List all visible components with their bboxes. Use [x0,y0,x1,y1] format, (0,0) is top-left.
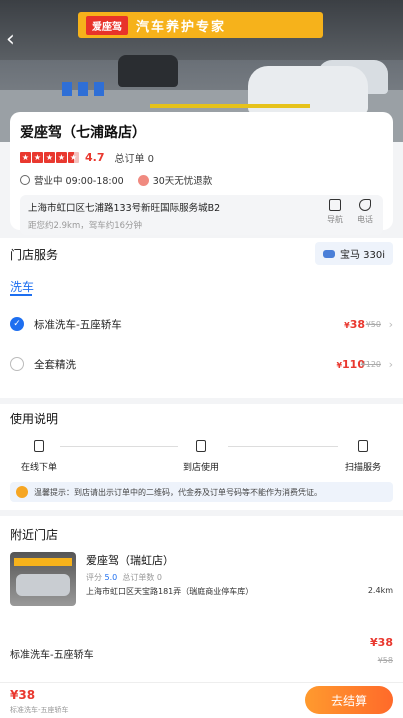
store-name: 爱座驾（七浦路店） [20,125,146,141]
nearby-store-distance: 2.4km [367,586,393,595]
star-icon: ★ [44,152,55,163]
checkout-bar: ¥38 标准洗车-五座轿车 去结算 [0,682,403,718]
service-price: ¥38 [344,317,365,331]
total-subtitle: 标准洗车-五座轿车 [10,706,69,714]
tip-text: 温馨提示：到店请出示订单中的二维码，代金券及订单号码等不能作为消费凭证。 [34,487,322,497]
store-hours-row: 营业中 09:00-18:00 30天无忧退款 [20,173,383,187]
checkout-button[interactable]: 去结算 [305,686,393,714]
nearby-store-name[interactable]: 爱座驾（瑞虹店） [86,552,174,568]
phone-icon [359,199,371,211]
hero-sign-text: 汽车养护专家 [136,19,227,35]
nearby-service-price: ¥38 [370,636,393,649]
nearby-service-name[interactable]: 标准洗车-五座轿车 [10,646,94,661]
service-name: 全套精洗 [34,358,76,371]
nearby-store-meta: 评分 5.0 总订单数 0 [86,573,163,582]
instructions-section: 使用说明 在线下单 到店使用 扫描服务 温馨提示：到店请出示订单中的二维码，代金… [0,404,403,510]
hero-floor-line [150,104,310,108]
chevron-right-icon: › [388,357,393,371]
step-use-in-store: 到店使用 [156,440,246,473]
car-icon [322,249,335,258]
tip-banner: 温馨提示：到店请出示订单中的二维码，代金券及订单号码等不能作为消费凭证。 [10,482,393,502]
instructions-heading: 使用说明 [10,412,59,426]
car-model: 宝马 330i [339,250,385,261]
chevron-right-icon: › [388,317,393,331]
tab-underline [10,294,32,296]
step-scan-service: 扫描服务 [318,440,403,473]
store-services-section: 门店服务 宝马 330i 洗车 ✓ 标准洗车-五座轿车 ¥38 ¥50 › 全套… [0,238,403,398]
info-icon [16,486,28,498]
store-rating: ★ ★ ★ ★ ★ 4.7 总订单 0 [20,150,383,165]
service-item[interactable]: ✓ 标准洗车-五座轿车 ¥38 ¥50 › [10,314,393,334]
nearby-store-image[interactable] [10,552,76,606]
refund-policy: 30天无忧退款 [152,176,213,187]
checked-icon[interactable]: ✓ [10,317,24,331]
thumb-sign [14,558,72,566]
star-icon: ★ [32,152,43,163]
hero-cone [94,82,104,96]
back-icon[interactable]: ‹ [6,29,26,51]
service-item[interactable]: 全套精洗 ¥110 ¥120 › [10,354,393,374]
store-card: 爱座驾（七浦路店） ★ ★ ★ ★ ★ 4.7 总订单 0 营业中 09:00-… [10,112,393,235]
star-icon: ★ [56,152,67,163]
store-icon [196,440,206,452]
navigation-icon [329,199,341,211]
services-heading: 门店服务 [10,248,59,262]
phone-label: 电话 [357,215,373,224]
nearby-service-original-price: ¥58 [377,656,393,665]
qr-code-icon [358,440,368,452]
service-original-price: ¥120 [360,359,381,369]
total-price: ¥38 [10,688,36,702]
step-order-online: 在线下单 [0,440,84,473]
star-icon: ★ [20,152,31,163]
service-original-price: ¥50 [365,319,381,329]
nearby-heading: 附近门店 [10,528,59,542]
service-name: 标准洗车-五座轿车 [34,318,122,331]
address-box: 上海市虹口区七浦路133号新旺国际服务城B2 距您约2.9km，驾车约16分钟 … [20,195,383,235]
nav-label: 导航 [327,215,343,224]
rating-score: 4.7 [85,151,105,164]
phone-icon [34,440,44,452]
hero-sign: 爱座驾 汽车养护专家 [78,12,323,38]
tab-car-wash[interactable]: 洗车 [10,278,34,295]
total-orders: 总订单 0 [114,154,155,165]
unchecked-icon[interactable] [10,357,24,371]
nav-button[interactable]: 导航 [323,199,347,225]
hero-sign-logo: 爱座驾 [86,15,128,35]
rating-stars: ★ ★ ★ ★ ★ [20,152,79,163]
clock-icon [20,175,30,185]
nearby-stores-section: 附近门店 爱座驾（瑞虹店） 评分 5.0 总订单数 0 上海市虹口区天宝路181… [0,516,403,688]
car-badge[interactable]: 宝马 330i [314,242,393,265]
store-hours: 营业中 09:00-18:00 [34,176,124,187]
refund-icon [137,174,149,186]
hero-cone [62,82,72,96]
hero-car [118,55,178,87]
thumb-car [16,574,70,596]
nearby-store-address: 上海市虹口区天宝路181弄（瑞庭商业停车库） [86,587,254,596]
star-half-icon: ★ [68,152,79,163]
phone-button[interactable]: 电话 [353,199,377,225]
hero-cone [78,82,88,96]
